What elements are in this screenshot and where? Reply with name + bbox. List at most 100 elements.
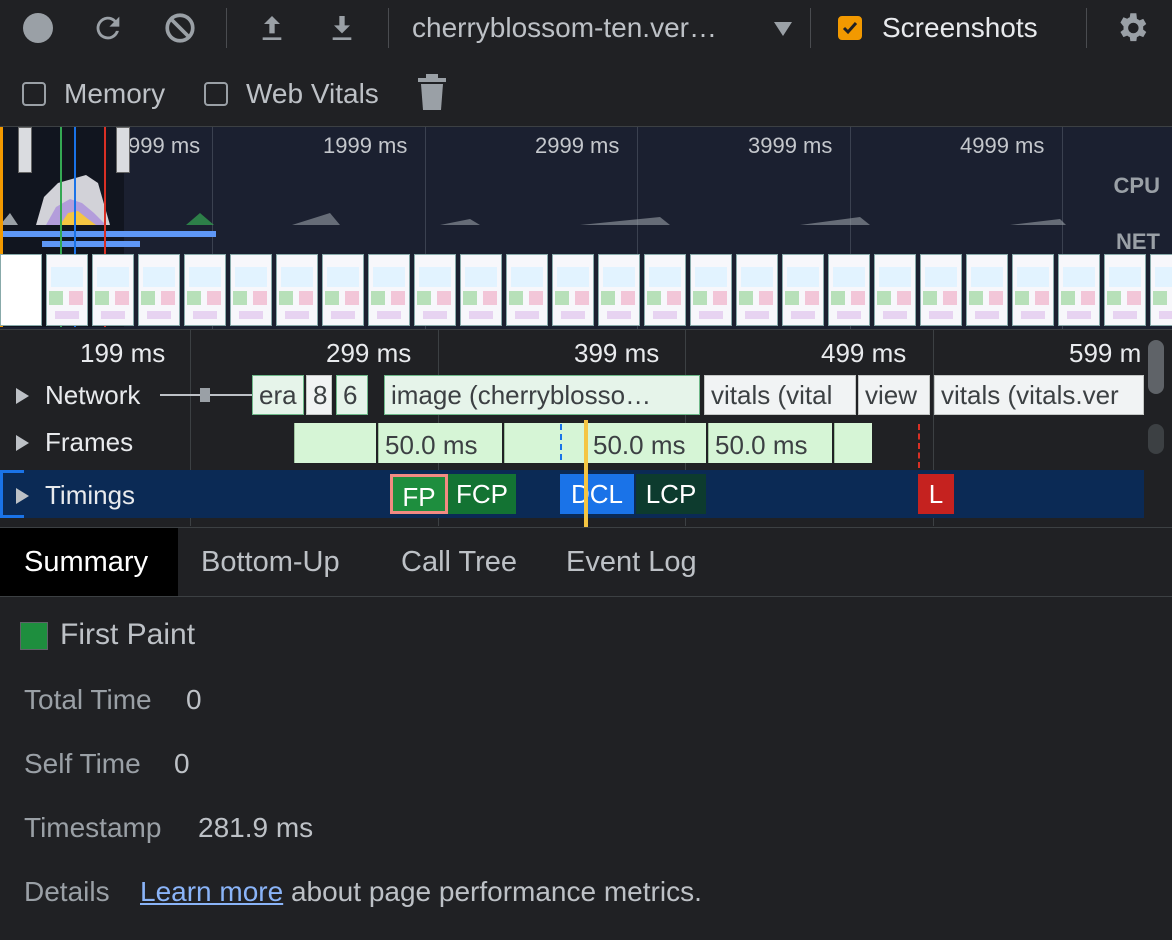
- memory-label: Memory: [64, 78, 166, 109]
- screenshot-thumbnail[interactable]: [1150, 254, 1172, 326]
- screenshot-thumbnail[interactable]: [1012, 254, 1054, 326]
- screenshot-thumbnail[interactable]: [368, 254, 410, 326]
- screenshot-thumbnail[interactable]: [552, 254, 594, 326]
- frame-block[interactable]: [834, 423, 872, 463]
- self-time-label: Self Time: [24, 748, 141, 779]
- frame-block[interactable]: 50.0 ms: [708, 423, 832, 463]
- frame-duration-label: 50.0 ms: [385, 430, 478, 460]
- network-track-header[interactable]: Network: [16, 380, 140, 411]
- learn-more-link[interactable]: Learn more: [140, 876, 283, 907]
- expand-triangle-icon: [16, 434, 29, 451]
- profile-select-value: cherryblossom-ten.ver…: [412, 12, 717, 43]
- toolbar-divider: [388, 8, 389, 48]
- frame-duration-label: 50.0 ms: [593, 430, 686, 460]
- screenshot-thumbnail[interactable]: [460, 254, 502, 326]
- settings-button[interactable]: [1112, 8, 1152, 48]
- screenshot-thumbnail[interactable]: [506, 254, 548, 326]
- tab-bottom-up[interactable]: Bottom-Up: [177, 528, 364, 596]
- ruler-label: 399 ms: [574, 338, 660, 368]
- details-text: about page performance metrics.: [290, 876, 702, 907]
- screenshot-thumbnail[interactable]: [230, 254, 272, 326]
- reload-icon: [96, 16, 120, 40]
- screenshot-thumbnail[interactable]: [0, 254, 42, 326]
- frame-block[interactable]: [294, 423, 376, 463]
- timing-marker-label: FCP: [456, 479, 508, 509]
- timing-marker-fp[interactable]: FP: [390, 474, 448, 514]
- record-button[interactable]: [18, 8, 58, 48]
- event-title: First Paint: [60, 618, 196, 651]
- frame-block[interactable]: 50.0 ms: [378, 423, 502, 463]
- frame-block[interactable]: 50.0 ms: [586, 423, 706, 463]
- overview-right-handle[interactable]: [116, 127, 130, 173]
- screenshot-thumbnail[interactable]: [874, 254, 916, 326]
- timing-marker-label: DCL: [570, 479, 623, 509]
- dcl-line: [560, 424, 562, 460]
- screenshot-thumbnail[interactable]: [1058, 254, 1100, 326]
- network-request-label: image (cherryblosso…: [391, 380, 652, 410]
- load-profile-button[interactable]: [252, 8, 292, 48]
- screenshots-label: Screenshots: [882, 12, 1038, 43]
- self-time-value: 0: [174, 748, 190, 779]
- screenshot-thumbnail[interactable]: [782, 254, 824, 326]
- network-request-label: 6: [343, 380, 358, 410]
- chevron-down-icon[interactable]: [774, 22, 792, 36]
- timing-marker-fcp[interactable]: FCP: [448, 474, 516, 514]
- network-request[interactable]: image (cherryblosso…: [384, 375, 700, 415]
- details-label: Details: [24, 876, 110, 907]
- network-request[interactable]: era: [252, 375, 304, 415]
- timing-marker-dcl[interactable]: DCL: [560, 474, 634, 514]
- overview-left-handle[interactable]: [18, 127, 32, 173]
- timings-track-header[interactable]: Timings: [16, 480, 135, 511]
- load-line: [918, 424, 920, 468]
- network-request[interactable]: 6: [336, 375, 368, 415]
- screenshot-thumbnail[interactable]: [920, 254, 962, 326]
- screenshot-thumbnail[interactable]: [736, 254, 778, 326]
- screenshot-thumbnail[interactable]: [92, 254, 134, 326]
- timings-track-title: Timings: [45, 480, 136, 510]
- flamechart-scrollbar-track[interactable]: [1148, 424, 1164, 454]
- tab-summary[interactable]: Summary: [0, 528, 178, 596]
- network-request[interactable]: vitals (vitals.ver: [934, 375, 1144, 415]
- total-time-value: 0: [186, 684, 202, 715]
- timing-marker-label: L: [928, 479, 944, 509]
- clear-button[interactable]: [160, 8, 200, 48]
- web-vitals-checkbox[interactable]: [204, 82, 228, 106]
- timing-marker-load[interactable]: L: [918, 474, 954, 514]
- network-request[interactable]: 8: [306, 375, 332, 415]
- save-profile-button[interactable]: [322, 8, 362, 48]
- screenshot-thumbnail[interactable]: [644, 254, 686, 326]
- screenshot-thumbnail[interactable]: [322, 254, 364, 326]
- tab-call-tree[interactable]: Call Tree: [377, 528, 541, 596]
- screenshot-thumbnail[interactable]: [1104, 254, 1146, 326]
- profile-select[interactable]: cherryblossom-ten.ver…: [412, 12, 717, 44]
- ruler-label: 199 ms: [80, 338, 166, 368]
- frames-track-header[interactable]: Frames: [16, 427, 133, 458]
- network-request[interactable]: view: [858, 375, 930, 415]
- clear-icon: [165, 13, 195, 43]
- garbage-collect-button[interactable]: [412, 72, 452, 112]
- screenshot-thumbnail[interactable]: [690, 254, 732, 326]
- ruler-label: 599 m: [1069, 338, 1142, 368]
- frame-block[interactable]: [504, 423, 584, 463]
- screenshot-thumbnail[interactable]: [828, 254, 870, 326]
- network-request[interactable]: vitals (vital: [704, 375, 856, 415]
- network-request-label: view: [865, 380, 918, 410]
- reload-button[interactable]: [88, 8, 128, 48]
- net-bar: [0, 231, 216, 237]
- frame-duration-label: 50.0 ms: [715, 430, 808, 460]
- tab-event-log[interactable]: Event Log: [542, 528, 721, 596]
- screenshot-thumbnail[interactable]: [276, 254, 318, 326]
- toolbar-divider: [1086, 8, 1087, 48]
- flamechart-scrollbar-thumb[interactable]: [1148, 340, 1164, 394]
- screenshot-thumbnail[interactable]: [966, 254, 1008, 326]
- screenshot-thumbnail[interactable]: [138, 254, 180, 326]
- memory-checkbox[interactable]: [22, 82, 46, 106]
- timing-marker-lcp[interactable]: LCP: [636, 474, 706, 514]
- cpu-chart: [0, 175, 1066, 225]
- screenshot-thumbnail[interactable]: [598, 254, 640, 326]
- download-icon: [332, 16, 352, 40]
- screenshot-thumbnail[interactable]: [184, 254, 226, 326]
- screenshot-thumbnail[interactable]: [414, 254, 456, 326]
- screenshot-thumbnail[interactable]: [46, 254, 88, 326]
- screenshots-checkbox[interactable]: [838, 16, 862, 40]
